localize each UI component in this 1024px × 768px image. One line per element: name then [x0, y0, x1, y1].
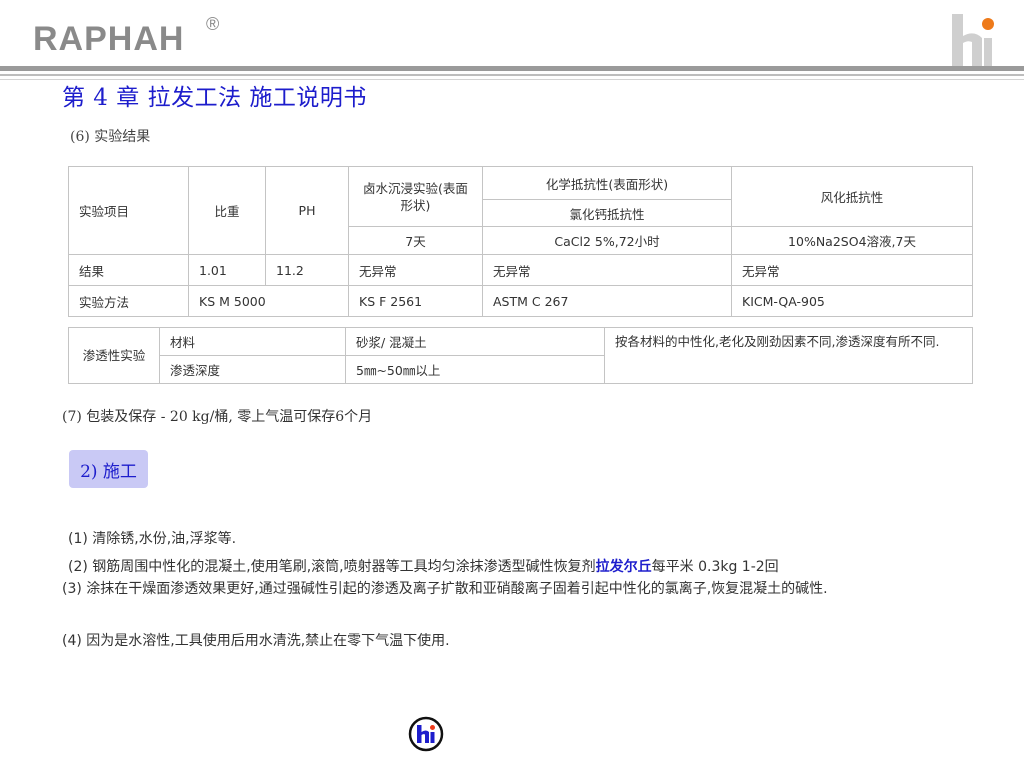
header-weathering-resistance: 风化抵抗性 [731, 166, 973, 227]
hi-circle-logo-icon [408, 716, 444, 752]
header-ph: PH [265, 166, 349, 255]
table-cell: 实验方法 [68, 285, 189, 317]
header-density: 比重 [188, 166, 266, 255]
table-cell: KICM-QA-905 [731, 285, 973, 317]
section-heading-results: (6) 实验结果 [70, 129, 151, 145]
table-cell: 无异常 [482, 254, 732, 286]
registered-mark: ® [206, 14, 220, 34]
brand-logo-text: RAPHAH [33, 20, 185, 58]
permeability-table: 渗透性实验 材料 砂浆/ 混凝土 按各材料的中性化,老化及刚劲因素不同,渗透深度… [68, 327, 973, 384]
header-calcium-chloride: 氯化钙抵抗性 [482, 199, 732, 227]
construction-section-badge: 2) 施工 [69, 450, 148, 488]
header-brine-test: 卤水沉浸实验(表面形状) [348, 166, 483, 227]
step-4-text: (4) 因为是水溶性,工具使用后用水清洗,禁止在零下气温下使用. [62, 633, 450, 649]
step-2-text-start: (2) 钢筋周围中性化的混凝土,使用笔刷,滚筒,喷射器等工具均匀涂抹渗透型碱性恢… [68, 559, 596, 575]
permeability-label: 渗透性实验 [68, 327, 160, 384]
table-row: 结果 1.01 11.2 无异常 无异常 无异常 [68, 254, 973, 286]
table-cell: 11.2 [265, 254, 349, 286]
step-2-text: (2) 钢筋周围中性化的混凝土,使用笔刷,滚筒,喷射器等工具均匀涂抹渗透型碱性恢… [68, 556, 779, 576]
product-name-highlight: 拉发尔丘 [595, 559, 652, 575]
table-cell: 5㎜~50㎜以上 [345, 355, 605, 384]
table-cell: 结果 [68, 254, 189, 286]
table-cell: 材料 [159, 327, 346, 356]
table-cell: 渗透深度 [159, 355, 346, 384]
page-title: 第 4 章 拉发工法 施工说明书 [62, 85, 367, 111]
header-divider [0, 74, 1024, 76]
header-divider [0, 66, 1024, 71]
table-cell: 无异常 [348, 254, 483, 286]
condition-chemical: CaCl2 5%,72小时 [482, 226, 732, 255]
packaging-storage-text: (7) 包装及保存 - 20 kg/桶, 零上气温可保存6个月 [62, 409, 373, 425]
table-cell: ASTM C 267 [482, 285, 732, 317]
permeability-note: 按各材料的中性化,老化及刚劲因素不同,渗透深度有所不同. [604, 327, 973, 384]
table-cell: KS F 2561 [348, 285, 483, 317]
header-test-item: 实验项目 [68, 166, 189, 255]
step-2-text-end: 每平米 0.3kg 1-2回 [651, 559, 779, 575]
table-cell: 无异常 [731, 254, 973, 286]
header-chemical-resistance: 化学抵抗性(表面形状) [482, 166, 732, 200]
condition-weathering: 10%Na2SO4溶液,7天 [731, 226, 973, 255]
step-3-text: (3) 涂抹在干燥面渗透效果更好,通过强碱性引起的渗透及离子扩散和亚硝酸离子固着… [62, 581, 828, 597]
table-row: 实验方法 KS M 5000 KS F 2561 ASTM C 267 KICM… [68, 285, 973, 317]
table-cell: KS M 5000 [188, 285, 349, 317]
table-cell: 1.01 [188, 254, 266, 286]
table-cell: 砂浆/ 混凝土 [345, 327, 605, 356]
condition-brine: 7天 [348, 226, 483, 255]
step-1-text: (1) 清除锈,水份,油,浮浆等. [68, 531, 237, 547]
test-results-table: 实验项目 比重 PH 卤水沉浸实验(表面形状) 化学抵抗性(表面形状) 风化抵抗… [68, 166, 973, 317]
hi-logo-icon [952, 14, 994, 66]
